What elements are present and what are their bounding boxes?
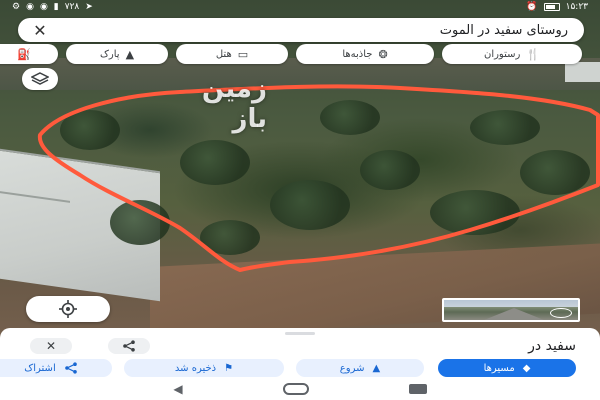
chip-attractions[interactable]: ❂ جاذبه‌ها (296, 44, 434, 64)
street-view-road (484, 308, 544, 320)
chip-park[interactable]: ▲ پارک (66, 44, 168, 64)
system-navigation-bar: ◀ (0, 378, 600, 400)
navigation-arrow-icon: ▲ (372, 362, 381, 374)
chip-restaurant[interactable]: 🍴 رستوران (442, 44, 582, 64)
directions-label: مسیرها (483, 362, 515, 374)
sheet-drag-handle[interactable] (285, 332, 315, 335)
status-right: ⏰ ۱۵:۲۳ (526, 2, 588, 12)
category-chips: 🍴 رستوران ❂ جاذبه‌ها ▭ هتل ▲ پارک ⛽ (0, 44, 600, 64)
sim-icon: ▮ (53, 2, 59, 12)
chip-more[interactable]: ⛽ (0, 44, 58, 64)
directions-button[interactable]: ◆ مسیرها (438, 359, 576, 377)
status-left: ⚙ ◉ ◉ ▮ ۷۲۸ ➤ (12, 2, 93, 12)
search-query[interactable]: روستای سفید در الموت (52, 23, 574, 38)
sheet-share-button[interactable] (108, 338, 150, 354)
save-label: ذخیره شد (174, 362, 217, 374)
camera-icon: ❂ (378, 47, 388, 61)
app-notification-icon: ◉ (26, 2, 34, 12)
crosshair-icon (59, 300, 77, 318)
street-view-360-icon (550, 308, 572, 318)
close-icon: ✕ (45, 339, 57, 353)
notification-icon: ⚙ (12, 2, 21, 12)
share-label: اشتراک (24, 362, 56, 374)
battery-icon (543, 3, 560, 11)
speed-badge: ۷۲۸ (64, 2, 80, 12)
place-title: سفید در (528, 338, 576, 354)
place-bottom-sheet[interactable]: سفید در ✕ ◆ مسیرها ▲ شروع ⚑ ذخیره شد اشت… (0, 328, 600, 378)
search-bar[interactable]: ✕ روستای سفید در الموت (18, 18, 584, 42)
chip-label: رستوران (483, 48, 521, 60)
app-notification-icon: ◉ (39, 2, 48, 12)
bed-icon: ▭ (237, 47, 249, 61)
share-button[interactable]: اشتراک (0, 359, 112, 377)
share-icon (64, 362, 77, 374)
tree-icon: ▲ (125, 47, 135, 61)
directions-icon: ◆ (522, 362, 531, 374)
alarm-icon: ⏰ (526, 2, 538, 12)
recent-apps-icon[interactable] (408, 384, 427, 394)
sheet-close-button[interactable]: ✕ (30, 338, 72, 354)
chip-label: هتل (215, 48, 232, 60)
chip-label: پارک (99, 48, 120, 60)
clear-search-icon[interactable]: ✕ (28, 21, 52, 40)
save-button[interactable]: ⚑ ذخیره شد (124, 359, 284, 377)
chip-label: جاذبه‌ها (342, 48, 373, 60)
back-icon[interactable]: ◀ (173, 382, 182, 396)
chip-hotel[interactable]: ▭ هتل (176, 44, 288, 64)
home-icon[interactable] (282, 383, 309, 395)
layers-button[interactable] (22, 68, 58, 90)
layers-icon (31, 72, 49, 85)
fork-knife-icon: 🍴 (526, 47, 541, 61)
share-icon (123, 340, 135, 352)
start-label: شروع (339, 362, 365, 374)
map-watermark: زمین باز (201, 74, 268, 134)
status-time: ۱۵:۲۳ (565, 2, 588, 12)
fuel-icon: ⛽ (17, 47, 31, 61)
start-button[interactable]: ▲ شروع (296, 359, 424, 377)
location-arrow-icon: ➤ (85, 2, 93, 12)
status-bar: ⚙ ◉ ◉ ▮ ۷۲۸ ➤ ⏰ ۱۵:۲۳ (0, 0, 600, 14)
street-view-thumbnail[interactable] (442, 298, 580, 322)
bookmark-flag-icon: ⚑ (224, 362, 234, 374)
my-location-button[interactable] (26, 296, 110, 322)
